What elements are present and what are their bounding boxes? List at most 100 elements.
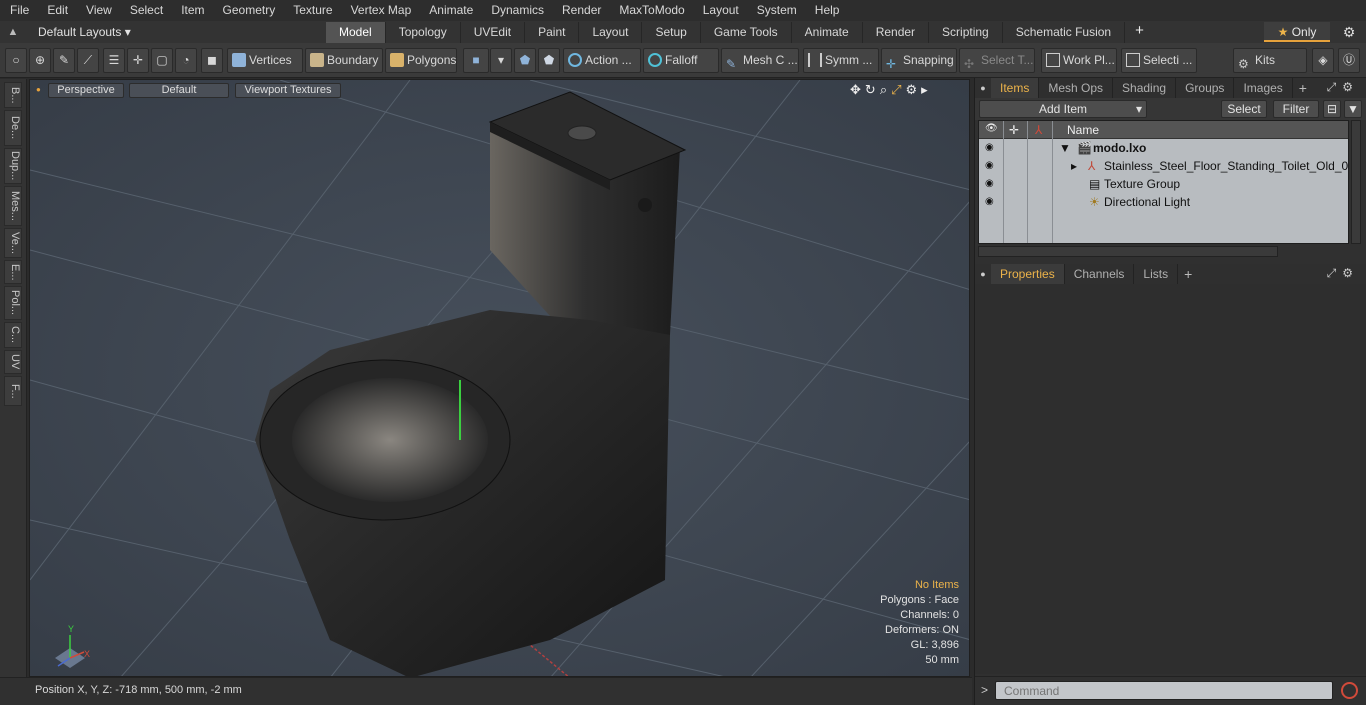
collapse-button[interactable]: ⊟ — [1323, 100, 1341, 118]
tab-properties[interactable]: Properties — [991, 264, 1065, 284]
tab-items[interactable]: Items — [991, 78, 1040, 98]
menu-edit[interactable]: Edit — [37, 0, 76, 21]
frame-tool-button[interactable]: ▢ — [151, 48, 173, 73]
tab-images[interactable]: Images — [1234, 78, 1293, 98]
zoom-view-icon[interactable]: ⌕ — [880, 82, 887, 98]
falloff-button[interactable]: Falloff — [643, 48, 719, 73]
eye-icon[interactable]: ◉ — [985, 175, 994, 193]
name-column-header[interactable]: Name — [1067, 123, 1099, 137]
tab-channels[interactable]: Channels — [1065, 264, 1135, 284]
expand-panel-icon[interactable]: ⤢ — [1327, 266, 1343, 280]
boundary-button[interactable]: Boundary — [305, 48, 383, 73]
tree-row-scene[interactable]: ◉ ▼ 🎬 modo.lxo — [979, 139, 1348, 157]
tab-groups[interactable]: Groups — [1176, 78, 1235, 98]
eye-icon[interactable]: ◉ — [985, 157, 994, 175]
palette-tab-curve[interactable]: C... — [4, 322, 22, 348]
select-through-button[interactable]: ✣ Select T... — [959, 48, 1035, 73]
palette-tab-polygon[interactable]: Pol... — [4, 286, 22, 320]
menu-texture[interactable]: Texture — [283, 0, 340, 21]
menu-maxtomodo[interactable]: MaxToModo — [609, 0, 692, 21]
tab-topology[interactable]: Topology — [386, 22, 461, 43]
tab-model[interactable]: Model — [326, 22, 386, 43]
tree-row-directional-light[interactable]: ◉ ☀ Directional Light — [979, 193, 1348, 211]
menu-view[interactable]: View — [76, 0, 120, 21]
menu-render[interactable]: Render — [552, 0, 609, 21]
tab-game-tools[interactable]: Game Tools — [701, 22, 792, 43]
eye-icon[interactable]: ◉ — [985, 193, 994, 211]
tree-row-texture-group[interactable]: ◉ ▤ Texture Group — [979, 175, 1348, 193]
tab-lists[interactable]: Lists — [1134, 264, 1179, 284]
material-dropdown-button[interactable]: ▾ — [490, 48, 512, 73]
select-mode-auto-button[interactable]: ○ — [5, 48, 27, 73]
add-panel-tab-button[interactable]: + — [1293, 80, 1313, 96]
tab-scripting[interactable]: Scripting — [929, 22, 1003, 43]
menu-dynamics[interactable]: Dynamics — [481, 0, 552, 21]
panel-gear-icon[interactable]: ⚙ — [1342, 80, 1359, 94]
center-tool-button[interactable]: ✛ — [127, 48, 149, 73]
menu-layout[interactable]: Layout — [693, 0, 747, 21]
viewport-menu-dot-icon[interactable]: ● — [36, 85, 41, 94]
tree-horizontal-scrollbar[interactable] — [978, 246, 1278, 257]
palette-tab-mesh-edit[interactable]: Mes... — [4, 186, 22, 226]
panel-gear-icon[interactable]: ⚙ — [1342, 266, 1359, 280]
menu-select[interactable]: Select — [120, 0, 171, 21]
layout-expand-icon[interactable]: ▲ — [0, 26, 26, 38]
action-center-button[interactable]: Action ... — [563, 48, 641, 73]
snap-a-button[interactable]: ⬟ — [514, 48, 536, 73]
menu-help[interactable]: Help — [805, 0, 848, 21]
viewport-gear-icon[interactable]: ⚙ — [906, 82, 918, 98]
select-mode-globe-button[interactable]: ⊕ — [29, 48, 51, 73]
material-mode-button[interactable]: ■ — [463, 48, 489, 73]
3d-viewport[interactable]: Y X ● Perspective Default Viewport Textu… — [29, 79, 970, 677]
expand-panel-icon[interactable]: ⤢ — [1327, 80, 1343, 94]
add-panel-tab-button[interactable]: + — [1178, 266, 1198, 282]
polygons-button[interactable]: Polygons — [385, 48, 457, 73]
palette-tab-deform[interactable]: De... — [4, 110, 22, 146]
pen-tool-button[interactable]: ✎ — [53, 48, 75, 73]
shading-button[interactable]: Default — [129, 83, 229, 98]
tab-setup[interactable]: Setup — [642, 22, 701, 43]
unity-button[interactable]: ◈ — [1312, 48, 1334, 73]
clock-tool-button[interactable]: ◔ — [175, 48, 197, 73]
align-tool-button[interactable]: ☰ — [103, 48, 125, 73]
tab-schematic-fusion[interactable]: Schematic Fusion — [1003, 22, 1126, 43]
gear-icon[interactable]: ⚙ — [1340, 23, 1358, 41]
select-button[interactable]: Select — [1221, 100, 1267, 118]
tab-paint[interactable]: Paint — [525, 22, 580, 43]
selection-sets-button[interactable]: Selecti ... — [1121, 48, 1197, 73]
add-tab-button[interactable]: + — [1125, 21, 1154, 43]
tree-row-mesh[interactable]: ◉ ▸ ⅄ Stainless_Steel_Floor_Standing_Toi… — [979, 157, 1348, 175]
snapping-button[interactable]: ✛ Snapping — [881, 48, 957, 73]
mesh-constraint-button[interactable]: ✎ Mesh C ... — [721, 48, 799, 73]
palette-tab-edge[interactable]: E... — [4, 260, 22, 284]
only-toggle[interactable]: ★ Only — [1264, 22, 1330, 42]
palette-tab-vertex[interactable]: Ve... — [4, 228, 22, 258]
tab-mesh-ops[interactable]: Mesh Ops — [1039, 78, 1114, 98]
move-view-icon[interactable]: ✥ — [850, 82, 861, 98]
command-history-arrow-icon[interactable]: > — [981, 683, 988, 697]
tree-vertical-scrollbar[interactable] — [1351, 120, 1361, 244]
palette-tab-basic[interactable]: B... — [4, 82, 22, 108]
panel-menu-icon[interactable]: ● — [975, 269, 991, 279]
work-plane-button[interactable]: Work Pl... — [1041, 48, 1117, 73]
eye-icon[interactable]: ◉ — [985, 139, 994, 157]
view-mode-button[interactable]: Perspective — [48, 83, 124, 98]
kits-button[interactable]: ⚙ Kits — [1233, 48, 1307, 73]
palette-tab-fusion[interactable]: F... — [4, 376, 22, 406]
menu-file[interactable]: File — [0, 0, 37, 21]
tab-render[interactable]: Render — [863, 22, 930, 43]
viewport-textures-button[interactable]: Viewport Textures — [235, 83, 341, 98]
expand-arrow-icon[interactable]: ▼ — [1059, 139, 1071, 157]
palette-tab-uv[interactable]: UV — [4, 350, 22, 374]
menu-system[interactable]: System — [747, 0, 805, 21]
add-item-button[interactable]: Add Item ▾ — [979, 100, 1147, 118]
snap-b-button[interactable]: ⬟ — [538, 48, 560, 73]
brush-tool-button[interactable]: ⟋ — [77, 48, 99, 73]
expand-arrow-icon[interactable]: ▸ — [1071, 157, 1077, 175]
record-macro-icon[interactable] — [1341, 682, 1358, 699]
symmetry-button[interactable]: Symm ... — [803, 48, 879, 73]
unreal-button[interactable]: Ⓤ — [1338, 48, 1360, 73]
filter-button[interactable]: Filter — [1273, 100, 1319, 118]
layout-dropdown[interactable]: Default Layouts ▾ — [26, 25, 326, 39]
tab-layout[interactable]: Layout — [579, 22, 643, 43]
